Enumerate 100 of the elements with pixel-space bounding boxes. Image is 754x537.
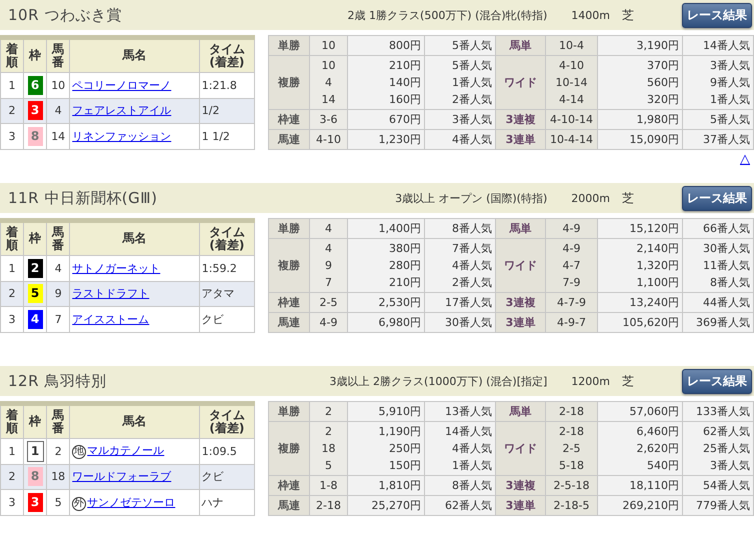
table-cell: 2: [0, 281, 24, 307]
bracket-badge: 8: [28, 127, 43, 146]
race-results-button[interactable]: レース結果: [682, 2, 752, 28]
payout-amount: 370円: [646, 58, 679, 74]
popularity-rank: 2番人気: [451, 275, 492, 291]
table-cell: 2: [0, 98, 24, 124]
combination: 7-9: [562, 275, 582, 291]
horse-name-link[interactable]: マルカテノール: [87, 444, 164, 458]
combination: 4-14: [558, 92, 585, 108]
payout-amount: 320円: [646, 92, 679, 108]
popularity-rank: 4番人気: [451, 258, 492, 274]
column-header: 枠: [24, 220, 47, 256]
popularity-rank: 4番人気: [451, 132, 492, 148]
combination: 10-14: [554, 75, 588, 91]
bet-type-label: 枠連: [268, 292, 310, 312]
table-cell: クビ: [199, 464, 254, 490]
combination: 10-4: [558, 38, 585, 54]
combination: 4-9: [562, 241, 582, 257]
popularity-rank: 2番人気: [451, 92, 492, 108]
combination: 2-18: [558, 424, 585, 440]
column-header: 馬番: [46, 38, 70, 72]
bet-type-label: 複勝: [268, 56, 310, 110]
payout-amount: 1,810円: [378, 478, 421, 494]
table-cell: 1:59.2: [199, 256, 254, 282]
payout-amount: 18,110円: [628, 478, 679, 494]
popularity-rank: 8番人気: [451, 221, 492, 237]
column-header: 着順: [0, 220, 24, 256]
bet-type-label: ワイド: [496, 238, 546, 292]
popularity-rank: 9番人気: [709, 75, 750, 91]
popularity-rank: 5番人気: [451, 38, 492, 54]
payout-amount: 140円: [388, 75, 421, 91]
popularity-rank: 8番人気: [451, 478, 492, 494]
column-header: タイム (着差): [199, 404, 254, 438]
combination: 4: [324, 241, 333, 257]
bet-type-label: 馬連: [268, 496, 310, 516]
popularity-rank: 1番人気: [451, 458, 492, 474]
bet-type-label: 3連単: [496, 130, 546, 150]
combination: 5-18: [558, 458, 585, 474]
payout-amount: 150円: [388, 458, 421, 474]
race-results-button[interactable]: レース結果: [682, 186, 752, 210]
payout-amount: 2,530円: [378, 295, 421, 311]
horse-name-link[interactable]: サンノゼテソーロ: [87, 496, 176, 509]
bracket-badge: 3: [28, 493, 43, 512]
payout-amount: 105,620円: [622, 315, 679, 331]
popularity-rank: 14番人気: [702, 38, 750, 54]
table-cell: 3: [0, 124, 24, 150]
race-results-button[interactable]: レース結果: [682, 368, 752, 394]
race-conditions: 3歳以上 2勝クラス(1000万下) (混合)[指定]: [330, 374, 548, 388]
popularity-rank: 17番人気: [444, 295, 492, 311]
payout-amount: 1,100円: [636, 275, 679, 291]
payout-amount: 1,230円: [378, 132, 421, 148]
race-conditions: 2歳 1勝クラス(500万下) (混合)牝(特指): [348, 8, 548, 22]
bracket-badge: 4: [28, 310, 43, 330]
combination: 4-10-14: [549, 112, 594, 128]
column-header: 着順: [0, 38, 24, 72]
back-to-top-link[interactable]: △: [740, 152, 750, 166]
table-cell: クビ: [199, 306, 254, 332]
table-cell: 1/2: [199, 98, 254, 124]
column-header: 枠: [24, 38, 47, 72]
bet-type-label: 3連複: [496, 292, 546, 312]
payout-amount: 2,140円: [636, 241, 679, 257]
combination: 4-7-9: [556, 295, 587, 311]
payout-amount: 800円: [388, 38, 421, 54]
payout-amount: 15,090円: [628, 132, 679, 148]
column-header: 馬名: [70, 404, 200, 438]
race-surface: 芝: [622, 372, 634, 390]
popularity-rank: 11番人気: [702, 258, 750, 274]
column-header: 馬名: [70, 38, 200, 72]
table-cell: 18: [46, 464, 70, 490]
bet-type-label: 馬連: [268, 130, 310, 150]
popularity-rank: 3番人気: [709, 58, 750, 74]
payout-amount: 2,620円: [636, 441, 679, 457]
race-distance: 2000m: [571, 192, 610, 204]
table-cell: 2: [46, 438, 70, 464]
combination: 4: [324, 221, 333, 237]
popularity-rank: 133番人気: [695, 404, 750, 420]
table-cell: 3: [0, 490, 24, 516]
bet-type-label: 馬単: [496, 402, 546, 422]
payout-amount: 5,910円: [378, 404, 421, 420]
combination: 10: [320, 38, 336, 54]
combination: 2-5-18: [552, 478, 590, 494]
table-cell: ハナ: [199, 490, 254, 516]
combination: 4-9: [318, 315, 338, 331]
popularity-rank: 4番人気: [451, 441, 492, 457]
payout-amount: 250円: [388, 441, 421, 457]
table-cell: 4: [46, 256, 70, 282]
payout-amount: 540円: [646, 458, 679, 474]
bet-type-label: 馬単: [496, 218, 546, 238]
bracket-badge: 3: [28, 101, 43, 120]
payout-amount: 6,460円: [636, 424, 679, 440]
payout-amount: 269,210円: [622, 498, 679, 514]
combination: 9: [324, 258, 333, 274]
payout-amount: 25,270円: [370, 498, 421, 514]
combination: 2-5: [562, 441, 582, 457]
race-title: 12R 鳥羽特別: [8, 372, 106, 390]
popularity-rank: 44番人気: [702, 295, 750, 311]
column-header: タイム (着差): [199, 38, 254, 72]
combination: 4-9: [562, 221, 582, 237]
popularity-rank: 30番人気: [444, 315, 492, 331]
bet-type-label: 複勝: [268, 422, 310, 476]
